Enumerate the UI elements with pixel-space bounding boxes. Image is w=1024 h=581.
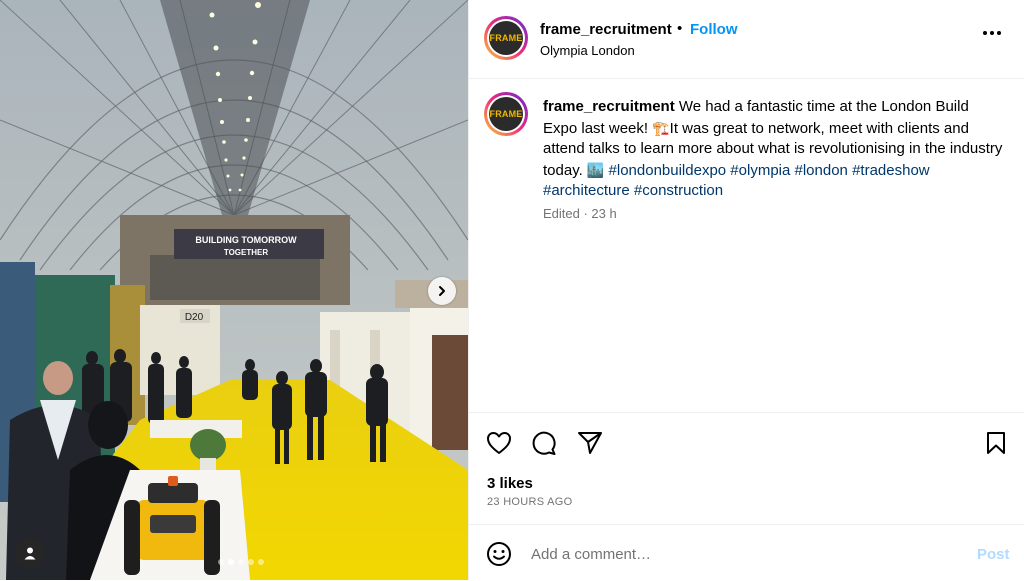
post-comment-button[interactable]: Post [977,546,1010,563]
cityscape-emoji: 🏙️ [586,161,605,178]
header-avatar[interactable]: FRAME [484,16,528,60]
more-horizontal-icon [990,31,994,35]
comment-bar: Post [469,524,1024,581]
more-horizontal-icon [983,31,987,35]
header-location[interactable]: Olympia London [540,43,635,58]
carousel-indicator [218,559,264,565]
carousel-dot [218,559,224,565]
more-horizontal-icon [997,31,1001,35]
post-side-panel: FRAME frame_recruitment • Follow Olympia… [468,0,1024,580]
hashtag-architecture[interactable]: #architecture [543,182,630,199]
carousel-dot [258,559,264,565]
frame-logo: FRAME [489,21,523,55]
carousel-dot [248,559,254,565]
comment-input[interactable] [529,539,953,569]
caption-avatar[interactable]: FRAME [484,92,528,136]
post-photo[interactable]: BUILDING TOMORROW TOGETHER D20 [0,0,468,580]
hashtag-london[interactable]: #london [790,162,848,179]
banner-line-2: TOGETHER [224,248,269,257]
chevron-right-icon [439,286,445,296]
send-icon[interactable] [577,430,603,456]
follow-button[interactable]: Follow [690,21,738,38]
hashtag-tradeshow[interactable]: #tradeshow [848,162,930,179]
post-caption: frame_recruitment We had a fantastic tim… [543,97,1003,202]
user-tag-icon [24,547,36,560]
bookmark-icon[interactable] [985,431,1007,455]
more-options-button[interactable] [983,31,1001,35]
post-time[interactable]: 23 HOURS AGO [487,496,573,508]
likes-count[interactable]: 3 likes [487,475,533,492]
caption-username[interactable]: frame_recruitment [543,98,675,115]
post-header: FRAME frame_recruitment • Follow Olympia… [469,0,1024,79]
carousel-dot-active [228,559,234,565]
tagged-users-button[interactable] [15,538,45,568]
header-username[interactable]: frame_recruitment [540,21,672,38]
edited-timestamp: Edited · 23 h [543,206,617,221]
stand-label: D20 [185,312,204,323]
carousel-dot [238,559,244,565]
header-separator: • [677,20,683,37]
construction-emoji: 🏗️ [652,119,670,136]
expo-hall-image: BUILDING TOMORROW TOGETHER D20 [0,0,468,580]
banner-line-1: BUILDING TOMORROW [195,235,297,245]
hashtag-olympia[interactable]: #olympia [726,162,790,179]
hashtag-londonbuildexpo[interactable]: #londonbuildexpo [604,162,727,179]
smiley-icon[interactable] [486,541,512,567]
hashtag-construction[interactable]: #construction [630,182,723,199]
carousel-next-button[interactable] [428,277,456,305]
heart-icon[interactable] [486,431,512,455]
frame-logo: FRAME [489,97,523,131]
comment-icon[interactable] [531,430,557,456]
